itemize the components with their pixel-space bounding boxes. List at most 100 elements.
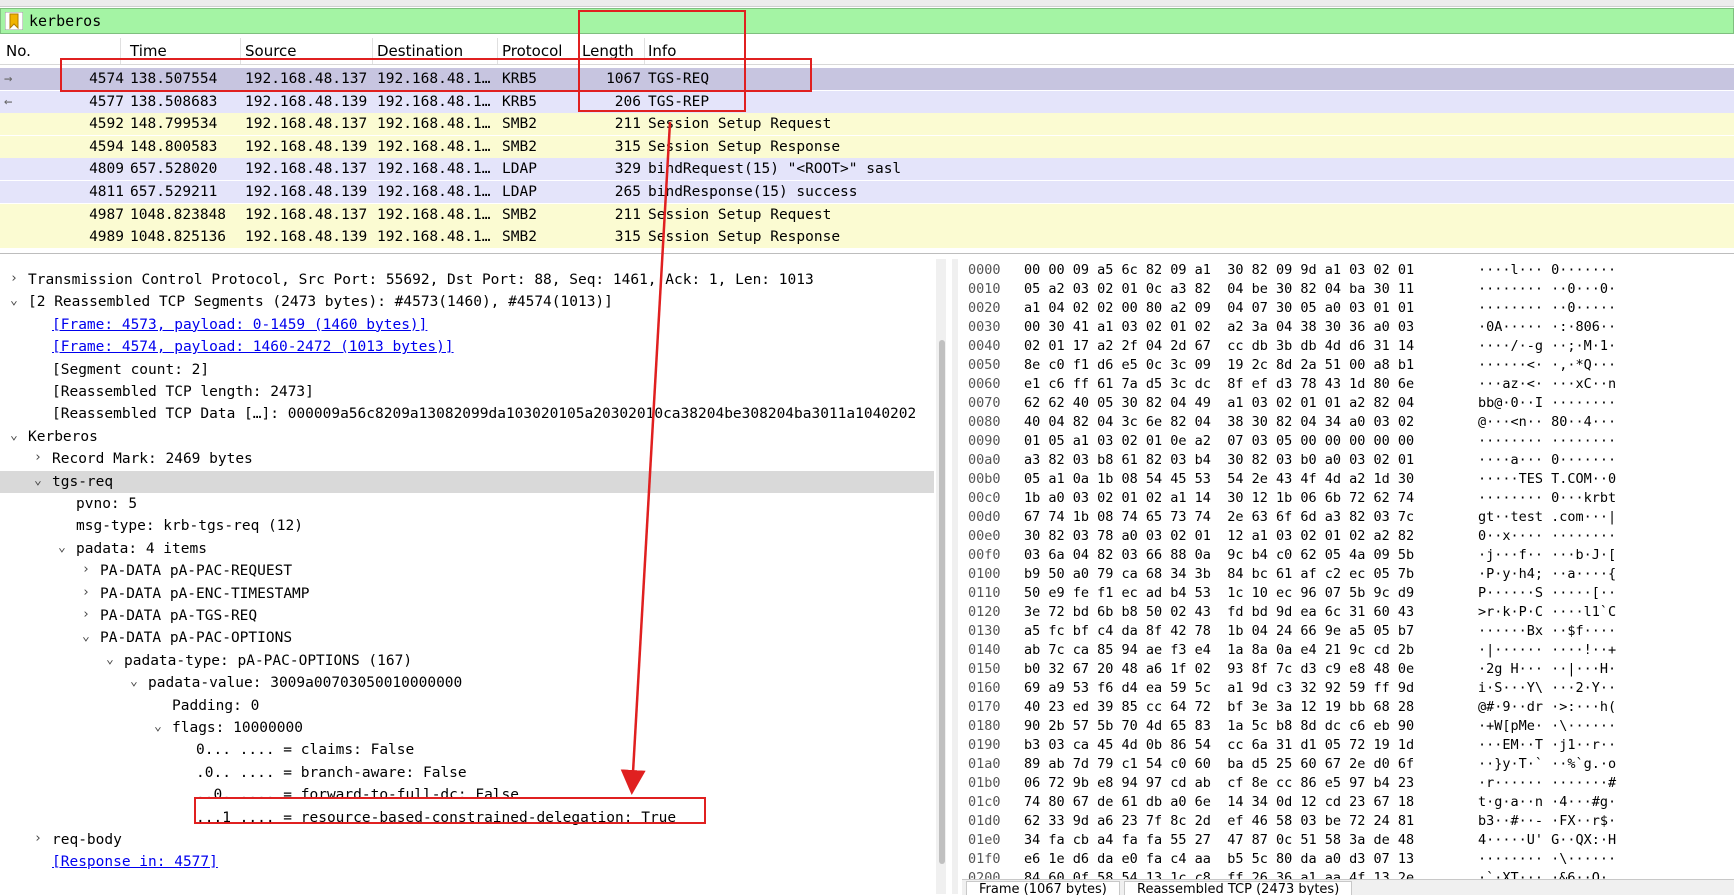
hex-bytes: 06 72 9b e8 94 97 cd ab cf 8e cc 86 e5 9… <box>1024 775 1415 791</box>
tree-item[interactable]: .0.. .... = branch-aware: False <box>0 762 934 784</box>
column-source[interactable]: Source <box>245 42 297 60</box>
toolbar-strip <box>0 0 1734 7</box>
tree-item[interactable]: ⌄ tgs-req <box>0 470 934 493</box>
tab-reassembled-tcp[interactable]: Reassembled TCP (2473 bytes) <box>1124 881 1353 895</box>
tree-item[interactable]: ...1 .... = resource-based-constrained-d… <box>0 807 934 829</box>
hex-offset: 0170 <box>968 699 1001 715</box>
column-info[interactable]: Info <box>648 42 676 60</box>
packet-row[interactable]: 4594 148.800583 192.168.48.139 192.168.48.1… <box>0 135 1734 158</box>
tree-item[interactable]: [Response in: 4577] <box>0 851 934 873</box>
hex-bytes: 8e c0 f1 d6 e5 0c 3c 09 19 2c 8d 2a 51 0… <box>1024 357 1415 373</box>
tree-item[interactable]: ..0. .... = forward-to-full-dc: False <box>0 784 934 806</box>
hex-bytes: b0 32 67 20 48 a6 1f 02 93 8f 7c d3 c9 e… <box>1024 661 1415 677</box>
tree-item[interactable]: › PA-DATA pA-TGS-REQ <box>0 605 934 627</box>
column-no[interactable]: No. <box>6 42 31 60</box>
tree-item[interactable]: ⌄ padata-value: 3009a00703050010000000 <box>0 672 934 694</box>
expand-icon[interactable]: › <box>82 562 96 577</box>
packet-row[interactable]: 4987 1048.823848 192.168.48.137 192.168.48.… <box>0 203 1734 226</box>
column-time[interactable]: Time <box>130 42 167 60</box>
tree-item[interactable]: pvno: 5 <box>0 493 934 515</box>
tree-item[interactable]: [Reassembled TCP length: 2473] <box>0 381 934 403</box>
cell-length: 211 <box>614 116 641 133</box>
packet-details-pane[interactable]: › Transmission Control Protocol, Src Port… <box>0 259 946 894</box>
column-destination[interactable]: Destination <box>377 42 463 60</box>
collapse-icon[interactable]: ⌄ <box>106 652 120 667</box>
cell-protocol: SMB2 <box>502 116 537 133</box>
tree-item[interactable]: ⌄ PA-DATA pA-PAC-OPTIONS <box>0 627 934 649</box>
tree-label: [Segment count: 2] <box>52 361 210 378</box>
collapse-icon[interactable]: ⌄ <box>82 629 96 644</box>
tree-item[interactable]: ⌄ flags: 10000000 <box>0 717 934 739</box>
display-filter-bar[interactable]: kerberos <box>0 8 1734 34</box>
column-length[interactable]: Length <box>582 42 634 60</box>
cell-time: 148.800583 <box>130 138 218 155</box>
tree-item[interactable]: › Transmission Control Protocol, Src Port… <box>0 269 934 291</box>
tree-item[interactable]: › Record Mark: 2469 bytes <box>0 448 934 470</box>
pane-splitter[interactable] <box>952 259 958 894</box>
hex-bytes: 01 05 a1 03 02 01 0e a2 07 03 05 00 00 0… <box>1024 433 1415 449</box>
hex-ascii: ····l··· 0······· <box>1478 262 1617 278</box>
cell-destination: 192.168.48.1… <box>377 116 491 133</box>
cell-time: 657.529211 <box>130 184 218 200</box>
expand-icon[interactable]: › <box>82 585 96 600</box>
expand-icon[interactable]: › <box>10 271 24 286</box>
hex-ascii: ········ ·\······ <box>1478 851 1617 867</box>
tree-link[interactable]: [Response in: 4577] <box>52 854 218 870</box>
tree-item[interactable]: ⌄ padata: 4 items <box>0 538 934 560</box>
packet-row[interactable]: 4592 148.799534 192.168.48.137 192.168.48.1… <box>0 113 1734 136</box>
collapse-icon[interactable]: ⌄ <box>34 473 48 488</box>
expand-icon[interactable]: › <box>34 450 48 465</box>
tab-frame-bytes[interactable]: Frame (1067 bytes) <box>966 881 1120 895</box>
packet-row[interactable]: ← 4577 138.508683 192.168.48.139 192.168.48.… <box>0 90 1734 113</box>
packet-row[interactable]: 4809 657.528020 192.168.48.137 192.168.48.1… <box>0 158 1734 181</box>
tree-item[interactable]: ⌄ [2 Reassembled TCP Segments (2473 bytes… <box>0 291 934 313</box>
cell-length: 315 <box>614 229 641 246</box>
hex-ascii: ··}y·T·` ··%`g.·o <box>1478 756 1617 772</box>
packet-row[interactable]: → 4574 138.507554 192.168.48.137 192.168.48.… <box>0 68 1734 90</box>
tree-label: [2 Reassembled TCP Segments (2473 bytes)… <box>28 294 613 311</box>
packet-row[interactable]: 4811 657.529211 192.168.48.139 192.168.48.1… <box>0 181 1734 203</box>
collapse-icon[interactable]: ⌄ <box>10 293 24 308</box>
tree-item[interactable]: › PA-DATA pA-ENC-TIMESTAMP <box>0 583 934 605</box>
hex-bytes: e6 1e d6 da e0 fa c4 aa b5 5c 80 da a0 d… <box>1024 851 1415 867</box>
tree-item[interactable]: msg-type: krb-tgs-req (12) <box>0 515 934 537</box>
cell-no: 4989 <box>89 229 124 246</box>
hex-ascii: ·2g H··· ··|···H· <box>1478 661 1617 677</box>
packet-list[interactable]: No. Time Source Destination Protocol Len… <box>0 38 1734 254</box>
tree-label: req-body <box>52 832 122 848</box>
tree-item[interactable]: [Segment count: 2] <box>0 359 934 381</box>
tree-label: padata-value: 3009a00703050010000000 <box>148 675 463 692</box>
cell-source: 192.168.48.139 <box>245 93 368 110</box>
tree-item[interactable]: › req-body <box>0 829 934 851</box>
tree-item[interactable]: › PA-DATA pA-PAC-REQUEST <box>0 560 934 582</box>
tree-link[interactable]: [Frame: 4573, payload: 0-1459 (1460 byte… <box>52 317 427 333</box>
tree-link[interactable]: [Frame: 4574, payload: 1460-2472 (1013 b… <box>52 339 454 355</box>
collapse-icon[interactable]: ⌄ <box>58 540 72 555</box>
filter-input[interactable]: kerberos <box>29 12 101 30</box>
collapse-icon[interactable]: ⌄ <box>130 674 144 689</box>
details-scrollbar-thumb[interactable] <box>939 340 945 864</box>
column-protocol[interactable]: Protocol <box>502 42 562 60</box>
tree-item[interactable]: Padding: 0 <box>0 695 934 717</box>
packet-row[interactable]: 4989 1048.825136 192.168.48.139 192.168.48.… <box>0 226 1734 249</box>
hex-bytes: 02 01 17 a2 2f 04 2d 67 cc db 3b db 4d d… <box>1024 338 1415 354</box>
tree-item[interactable]: 0... .... = claims: False <box>0 739 934 761</box>
tree-item[interactable]: ⌄ Kerberos <box>0 426 934 448</box>
tree-item[interactable]: [Frame: 4574, payload: 1460-2472 (1013 b… <box>0 336 934 358</box>
hex-offset: 01f0 <box>968 851 1001 867</box>
collapse-icon[interactable]: ⌄ <box>10 428 24 443</box>
expand-icon[interactable]: › <box>82 607 96 622</box>
tree-item[interactable]: [Reassembled TCP Data […]: 000009a56c820… <box>0 403 934 425</box>
hex-ascii: t·g·a··n ·4···#g· <box>1478 794 1617 810</box>
tree-item[interactable]: [Frame: 4573, payload: 0-1459 (1460 byte… <box>0 314 934 336</box>
packet-bytes-pane[interactable]: 0000 00 00 09 a5 6c 82 09 a1 30 82 09 9d … <box>962 259 1734 886</box>
hex-ascii: ·r······ ·······# <box>1478 775 1617 791</box>
expand-icon[interactable]: › <box>34 831 48 846</box>
collapse-icon[interactable]: ⌄ <box>154 719 168 734</box>
hex-ascii: ······<· ·,·*Q··· <box>1478 357 1617 373</box>
hex-ascii: ···az·<· ···xC··n <box>1478 376 1617 392</box>
hex-bytes: 00 00 09 a5 6c 82 09 a1 30 82 09 9d a1 0… <box>1024 262 1415 278</box>
bookmark-icon[interactable] <box>5 12 23 30</box>
cell-destination: 192.168.48.1… <box>377 161 491 178</box>
tree-item[interactable]: ⌄ padata-type: pA-PAC-OPTIONS (167) <box>0 650 934 672</box>
